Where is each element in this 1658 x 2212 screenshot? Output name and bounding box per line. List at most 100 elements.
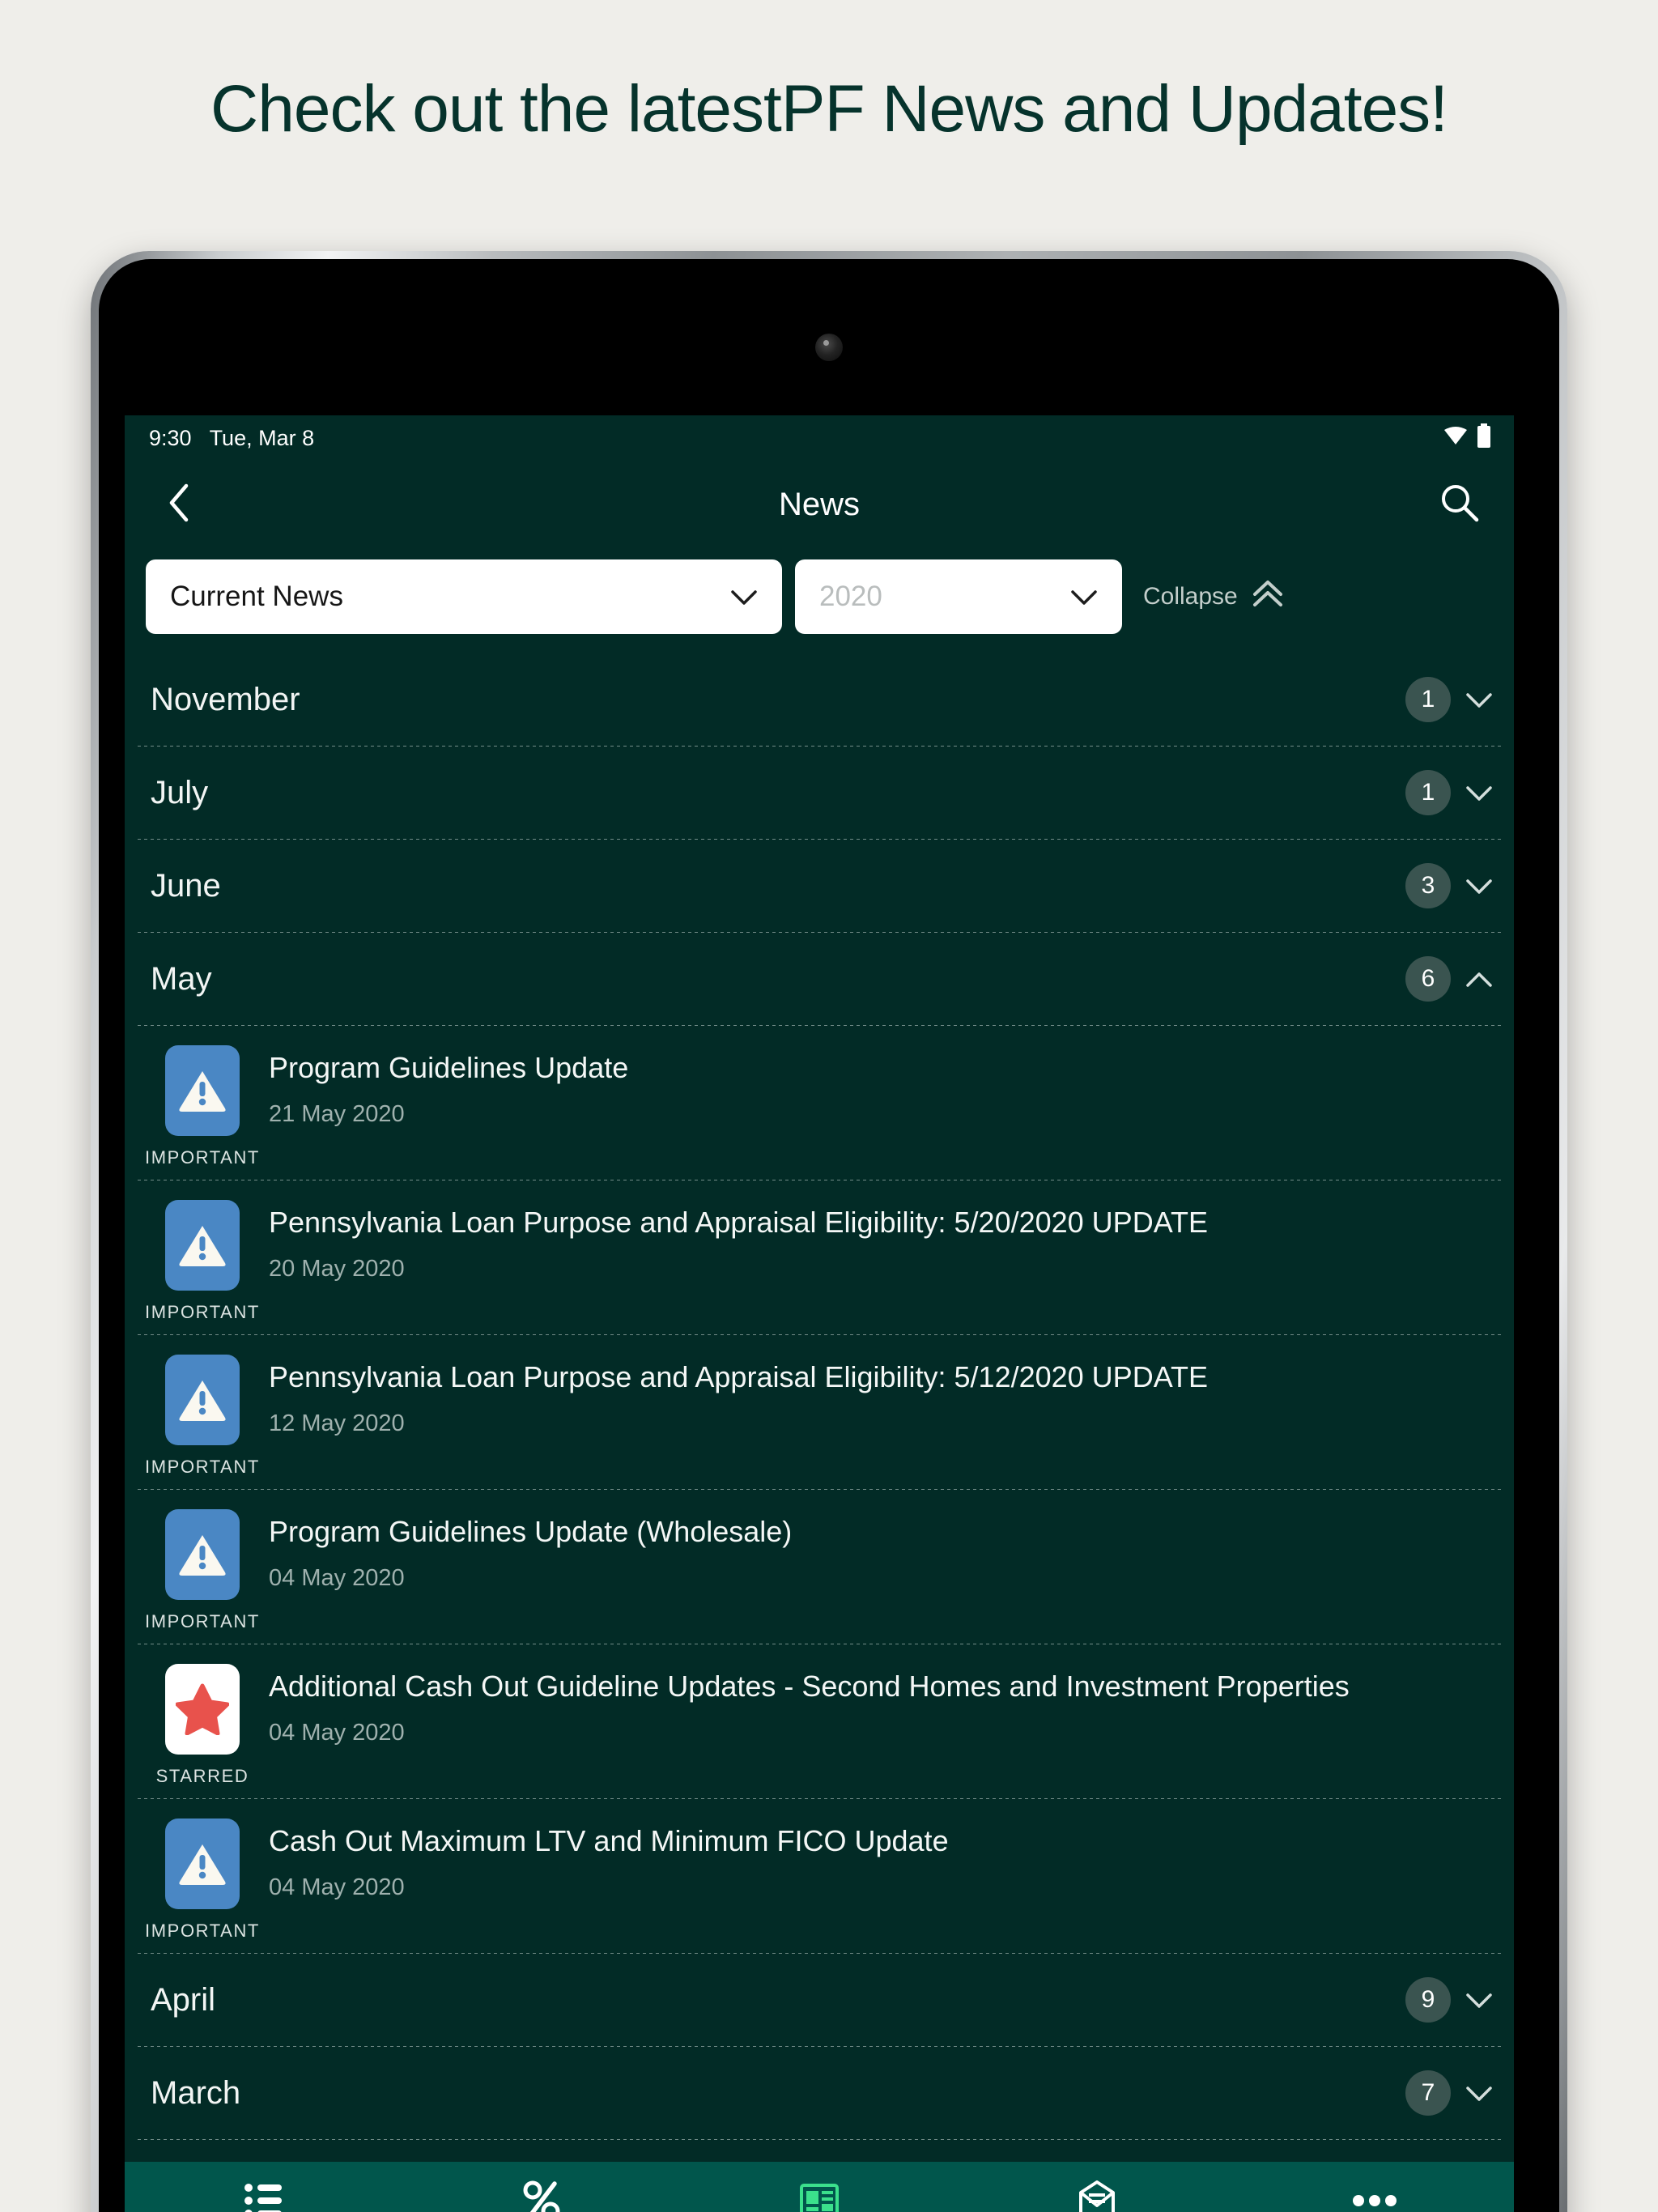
news-item-tag: STARRED bbox=[155, 1766, 249, 1786]
news-list[interactable]: November 1 July 1 June 3 May 6 IMPORTANT Program … bbox=[125, 653, 1514, 2162]
news-item[interactable]: IMPORTANT Pennsylvania Loan Purpose and A… bbox=[125, 1180, 1514, 1334]
news-item[interactable]: IMPORTANT Pennsylvania Loan Purpose and A… bbox=[125, 1335, 1514, 1489]
chevron-down-icon[interactable] bbox=[1465, 1986, 1493, 2014]
chevron-down-icon[interactable] bbox=[1465, 779, 1493, 806]
month-name: July bbox=[151, 774, 209, 810]
app-screen: 9:30 Tue, Mar 8 News Current News 2020 C… bbox=[125, 415, 1514, 2212]
news-item-tag: IMPORTANT bbox=[145, 1921, 260, 1941]
news-item-icon-column: IMPORTANT bbox=[145, 1509, 258, 1632]
news-item-icon-column: IMPORTANT bbox=[145, 1819, 258, 1942]
device-screen-bezel: 9:30 Tue, Mar 8 News Current News 2020 C… bbox=[99, 259, 1559, 2212]
month-row[interactable]: June 3 bbox=[125, 840, 1514, 932]
promo-headline: Check out the latestPF News and Updates! bbox=[210, 72, 1448, 146]
warning-triangle-icon bbox=[165, 1509, 240, 1600]
news-item-title: Program Guidelines Update bbox=[269, 1051, 629, 1084]
collapse-label: Collapse bbox=[1143, 583, 1238, 610]
news-item-title: Program Guidelines Update (Wholesale) bbox=[269, 1515, 793, 1548]
month-count-badge: 3 bbox=[1405, 863, 1451, 908]
news-item[interactable]: IMPORTANT Cash Out Maximum LTV and Minimu… bbox=[125, 1799, 1514, 1953]
nav-item-pipeline[interactable]: Pipeline bbox=[125, 2162, 402, 2212]
month-row-meta: 1 bbox=[1405, 677, 1493, 722]
month-count-badge: 9 bbox=[1405, 1977, 1451, 2023]
chevron-down-icon[interactable] bbox=[1465, 872, 1493, 900]
news-item-tag: IMPORTANT bbox=[145, 1147, 260, 1168]
month-row[interactable]: July 1 bbox=[125, 747, 1514, 839]
chevron-down-icon[interactable] bbox=[1465, 686, 1493, 713]
warning-triangle-icon bbox=[165, 1200, 240, 1291]
month-row[interactable]: May 6 bbox=[125, 933, 1514, 1025]
back-button[interactable] bbox=[152, 478, 206, 531]
month-name: April bbox=[151, 1981, 216, 2018]
news-item-date: 04 May 2020 bbox=[269, 1720, 405, 1746]
front-camera-icon bbox=[815, 334, 843, 361]
news-item-icon-column: IMPORTANT bbox=[145, 1355, 258, 1478]
double-chevron-up-icon bbox=[1251, 578, 1285, 615]
news-item-icon-column: STARRED bbox=[151, 1664, 254, 1787]
news-item-body: Program Guidelines Update (Wholesale) 04 … bbox=[254, 1509, 792, 1632]
month-name: November bbox=[151, 681, 300, 717]
month-name: March bbox=[151, 2074, 241, 2111]
nav-item-more[interactable]: More bbox=[1236, 2162, 1514, 2212]
nav-item-rates[interactable]: Rates bbox=[402, 2162, 680, 2212]
month-name: May bbox=[151, 960, 212, 997]
news-item[interactable]: IMPORTANT Program Guidelines Update 21 May… bbox=[125, 1026, 1514, 1180]
news-item-date: 04 May 2020 bbox=[269, 1874, 405, 1901]
status-bar: 9:30 Tue, Mar 8 bbox=[125, 415, 1514, 461]
chevron-down-icon bbox=[730, 583, 758, 610]
percent-icon bbox=[522, 2180, 561, 2212]
news-item-date: 04 May 2020 bbox=[269, 1565, 405, 1592]
news-item-title: Additional Cash Out Guideline Updates - … bbox=[269, 1670, 1350, 1703]
news-item-tag: IMPORTANT bbox=[145, 1302, 260, 1322]
news-item-date: 21 May 2020 bbox=[269, 1101, 405, 1128]
month-row-meta: 3 bbox=[1405, 863, 1493, 908]
month-count-badge: 7 bbox=[1405, 2070, 1451, 2116]
newspaper-icon bbox=[799, 2180, 840, 2212]
promo-screenshot: Check out the latestPF News and Updates!… bbox=[0, 0, 1658, 2212]
collapse-button[interactable]: Collapse bbox=[1143, 578, 1285, 615]
status-bar-time: 9:30 bbox=[149, 425, 192, 450]
filter-bar: Current News 2020 Collapse bbox=[125, 548, 1514, 653]
news-item-title: Pennsylvania Loan Purpose and Appraisal … bbox=[269, 1360, 1209, 1393]
search-button[interactable] bbox=[1433, 478, 1486, 531]
month-row[interactable]: April 9 bbox=[125, 1954, 1514, 2046]
bottom-navigation: PipelineRatesNewsCasesMore bbox=[125, 2162, 1514, 2212]
month-row-meta: 1 bbox=[1405, 770, 1493, 815]
nav-item-cases[interactable]: Cases bbox=[959, 2162, 1236, 2212]
news-item-body: Additional Cash Out Guideline Updates - … bbox=[254, 1664, 1350, 1787]
chevron-up-icon[interactable] bbox=[1465, 965, 1493, 993]
month-count-badge: 1 bbox=[1405, 677, 1451, 722]
back-chevron-icon bbox=[167, 483, 191, 527]
month-row-meta: 6 bbox=[1405, 956, 1493, 1002]
news-item-icon-column: IMPORTANT bbox=[145, 1200, 258, 1323]
news-type-value: Current News bbox=[170, 581, 343, 612]
nav-item-news[interactable]: News bbox=[680, 2162, 958, 2212]
month-row-meta: 7 bbox=[1405, 2070, 1493, 2116]
chevron-down-icon bbox=[1070, 583, 1098, 610]
app-bar: News bbox=[125, 461, 1514, 548]
news-item-body: Pennsylvania Loan Purpose and Appraisal … bbox=[254, 1355, 1208, 1478]
news-item-title: Pennsylvania Loan Purpose and Appraisal … bbox=[269, 1206, 1209, 1239]
month-row[interactable]: November 1 bbox=[125, 653, 1514, 746]
ellipsis-icon bbox=[1352, 2180, 1397, 2212]
list-icon bbox=[244, 2180, 284, 2212]
month-row-meta: 9 bbox=[1405, 1977, 1493, 2023]
star-icon bbox=[165, 1664, 240, 1755]
month-row[interactable]: March 7 bbox=[125, 2047, 1514, 2139]
search-icon bbox=[1439, 482, 1481, 528]
news-item-tag: IMPORTANT bbox=[145, 1611, 260, 1631]
battery-icon bbox=[1477, 423, 1491, 453]
news-item-date: 12 May 2020 bbox=[269, 1410, 405, 1437]
chevron-down-icon[interactable] bbox=[1465, 2079, 1493, 2107]
news-type-select[interactable]: Current News bbox=[146, 559, 782, 634]
wifi-icon bbox=[1443, 425, 1469, 452]
news-item[interactable]: IMPORTANT Program Guidelines Update (Whol… bbox=[125, 1490, 1514, 1644]
month-count-badge: 6 bbox=[1405, 956, 1451, 1002]
year-select[interactable]: 2020 bbox=[795, 559, 1122, 634]
month-row[interactable]: February10 bbox=[125, 2140, 1514, 2162]
year-value: 2020 bbox=[819, 581, 882, 612]
news-item[interactable]: STARRED Additional Cash Out Guideline Upd… bbox=[125, 1644, 1514, 1798]
news-item-body: Cash Out Maximum LTV and Minimum FICO Up… bbox=[254, 1819, 949, 1942]
month-name: June bbox=[151, 867, 221, 904]
status-bar-date: Tue, Mar 8 bbox=[209, 425, 315, 450]
news-item-title: Cash Out Maximum LTV and Minimum FICO Up… bbox=[269, 1824, 949, 1857]
